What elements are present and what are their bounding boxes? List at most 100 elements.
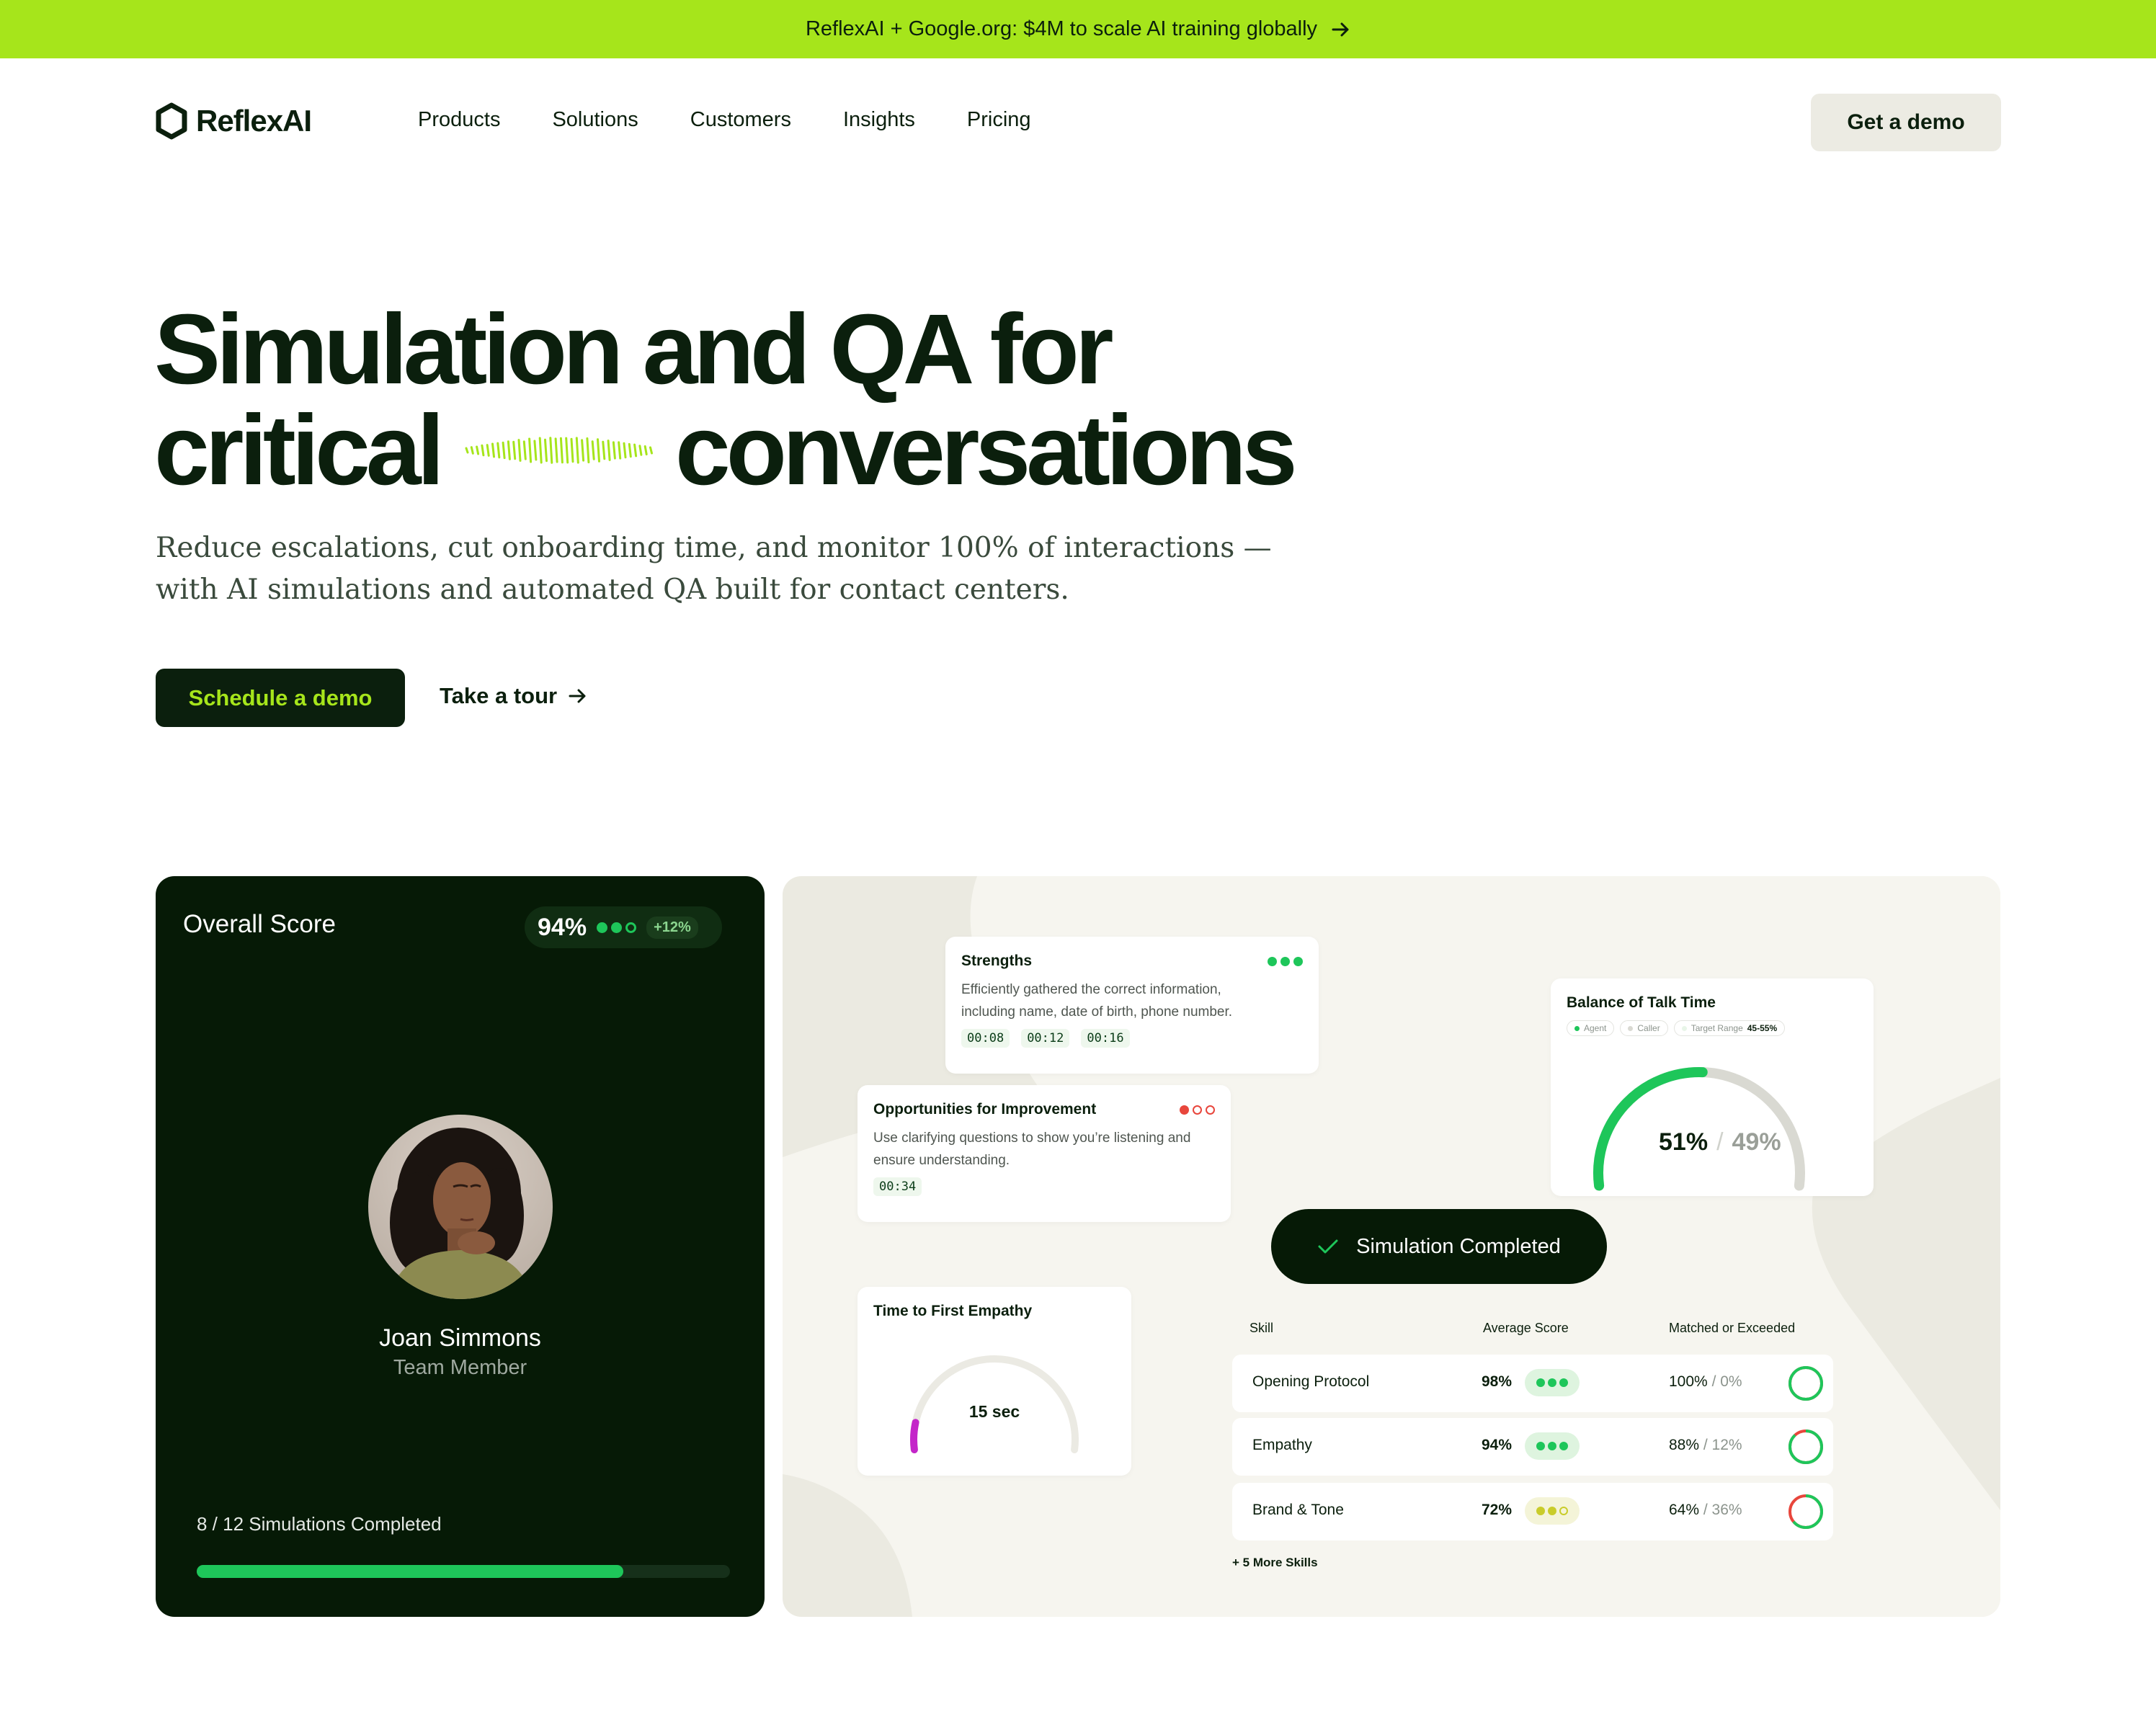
skill-score-dots	[1525, 1432, 1580, 1460]
legend-agent: Agent	[1567, 1020, 1615, 1036]
strengths-title: Strengths	[961, 953, 1033, 969]
take-tour-link[interactable]: Take a tour	[440, 683, 587, 709]
waveform-bar	[643, 445, 648, 456]
strengths-body: Efficiently gathered the correct informa…	[961, 982, 1233, 1020]
logo[interactable]: ReflexAI	[156, 102, 312, 140]
skill-score-dots	[1525, 1369, 1580, 1396]
arrow-right-icon	[569, 689, 586, 703]
skill-matched-ring	[1788, 1430, 1823, 1464]
waveform-bar	[565, 437, 569, 464]
nav-item-solutions[interactable]: Solutions	[552, 108, 638, 132]
main-nav: Products Solutions Customers Insights Pr…	[418, 108, 1031, 132]
waveform-bar	[491, 442, 495, 458]
opportunities-dots	[1180, 1105, 1215, 1115]
waveform-bar	[628, 442, 632, 458]
waveform-bar	[586, 437, 590, 464]
waveform-bar	[522, 440, 527, 460]
person-name: Joan Simmons	[379, 1324, 541, 1352]
skill-average-score: 72%	[1482, 1502, 1513, 1518]
schedule-demo-button[interactable]: Schedule a demo	[156, 669, 405, 727]
waveform-bar	[502, 441, 506, 460]
waveform-bar	[512, 440, 517, 460]
waveform-bar	[465, 447, 469, 454]
score-pill: 94% +12%	[525, 906, 722, 948]
logo-text: ReflexAI	[196, 104, 312, 138]
take-tour-label: Take a tour	[440, 683, 558, 708]
arrow-right-icon	[1332, 22, 1349, 36]
waveform-bar	[486, 444, 490, 457]
overall-score-label: Overall Score	[183, 910, 337, 938]
overall-score-card: Overall Score 94% +12% Joan Simmons Team…	[156, 876, 765, 1617]
skill-name: Empathy	[1252, 1437, 1312, 1453]
talk-time-card: Balance of Talk Time Agent Caller Target…	[1551, 978, 1874, 1196]
waveform-bar	[470, 446, 474, 455]
simulation-completed-badge: Simulation Completed	[1271, 1209, 1607, 1284]
ring-matched	[1788, 1366, 1823, 1401]
announcement-text[interactable]: ReflexAI + Google.org: $4M to scale AI t…	[806, 17, 1317, 41]
nav-item-products[interactable]: Products	[418, 108, 500, 132]
more-skills-link[interactable]: + 5 More Skills	[1232, 1556, 1318, 1570]
hero-title-line2-end: conversations	[674, 395, 1298, 506]
empathy-time-value: 15 sec	[968, 1402, 1020, 1421]
timestamp-chip[interactable]: 00:08	[961, 1029, 1010, 1048]
agent-percent: 51%	[1659, 1128, 1709, 1156]
waveform-bar	[570, 437, 574, 463]
table-row[interactable]: Opening Protocol 98% 100% / 0%	[1232, 1355, 1833, 1412]
hero-title-line2-start: critical	[154, 395, 445, 506]
opportunities-body: Use clarifying questions to show you’re …	[873, 1130, 1191, 1168]
waveform-bar	[602, 440, 606, 460]
opportunities-title: Opportunities for Improvement	[873, 1101, 1097, 1118]
waveform-bar	[607, 440, 611, 461]
waveform-bar	[507, 440, 511, 460]
skill-matched: 88% / 12%	[1669, 1437, 1742, 1453]
waveform-bar	[612, 441, 616, 460]
empathy-gauge-fill	[910, 1419, 919, 1454]
get-demo-button[interactable]: Get a demo	[1811, 94, 2001, 151]
empathy-time-card: Time to First Empathy 15 sec	[858, 1287, 1131, 1476]
skill-matched: 64% / 36%	[1669, 1502, 1742, 1518]
reflexai-logo-icon	[156, 102, 187, 140]
waveform-bar	[575, 437, 579, 464]
announcement-bar[interactable]: ReflexAI + Google.org: $4M to scale AI t…	[0, 0, 2156, 58]
table-header-skill: Skill	[1250, 1321, 1274, 1335]
score-value: 94%	[538, 913, 587, 941]
table-row[interactable]: Empathy 94% 88% / 12%	[1232, 1418, 1833, 1476]
table-row[interactable]: Brand & Tone 72% 64% / 36%	[1232, 1483, 1833, 1540]
skill-score-dots	[1525, 1497, 1580, 1525]
waveform-bar	[549, 437, 553, 464]
hero-title: Simulation and QA for critical conversat…	[154, 294, 1298, 506]
hero-title-line1: Simulation and QA for	[154, 294, 1114, 405]
score-delta-badge: +12%	[646, 916, 698, 939]
simulations-completed-text: 8 / 12 Simulations Completed	[197, 1513, 442, 1535]
waveform-bar	[554, 437, 558, 463]
talk-time-values: 51% / 49%	[1659, 1128, 1781, 1156]
timestamp-chip[interactable]: 00:34	[873, 1177, 922, 1196]
nav-item-insights[interactable]: Insights	[843, 108, 915, 132]
opportunities-timestamps: 00:34	[873, 1177, 1215, 1196]
skill-matched-ring	[1788, 1366, 1823, 1401]
skill-name: Brand & Tone	[1252, 1502, 1344, 1518]
talk-time-title: Balance of Talk Time	[1567, 994, 1716, 1011]
waveform-bar	[538, 437, 543, 464]
nav-item-pricing[interactable]: Pricing	[967, 108, 1031, 132]
waveform-bar	[649, 446, 653, 455]
person-role: Team Member	[393, 1356, 527, 1379]
legend-target-range: Target Range 45-55%	[1673, 1020, 1786, 1036]
simulation-completed-text: Simulation Completed	[1356, 1234, 1561, 1258]
waveform-bar	[481, 444, 485, 457]
waveform-bar	[618, 441, 622, 460]
avatar	[368, 1115, 553, 1299]
table-header-matched: Matched or Exceeded	[1669, 1321, 1796, 1335]
nav-item-customers[interactable]: Customers	[690, 108, 791, 132]
timestamp-chip[interactable]: 00:12	[1021, 1029, 1070, 1048]
simulations-progress-fill	[197, 1565, 623, 1578]
strengths-dots	[1268, 956, 1303, 966]
timestamp-chip[interactable]: 00:16	[1081, 1029, 1130, 1048]
waveform-bar	[591, 440, 595, 460]
waveform-bar	[559, 437, 564, 464]
skill-average-score: 94%	[1482, 1437, 1513, 1453]
skill-name: Opening Protocol	[1252, 1373, 1370, 1390]
waveform-bar	[633, 443, 638, 458]
waveform-bar	[623, 442, 627, 459]
talk-time-legend: Agent Caller Target Range 45-55%	[1567, 1020, 1858, 1036]
